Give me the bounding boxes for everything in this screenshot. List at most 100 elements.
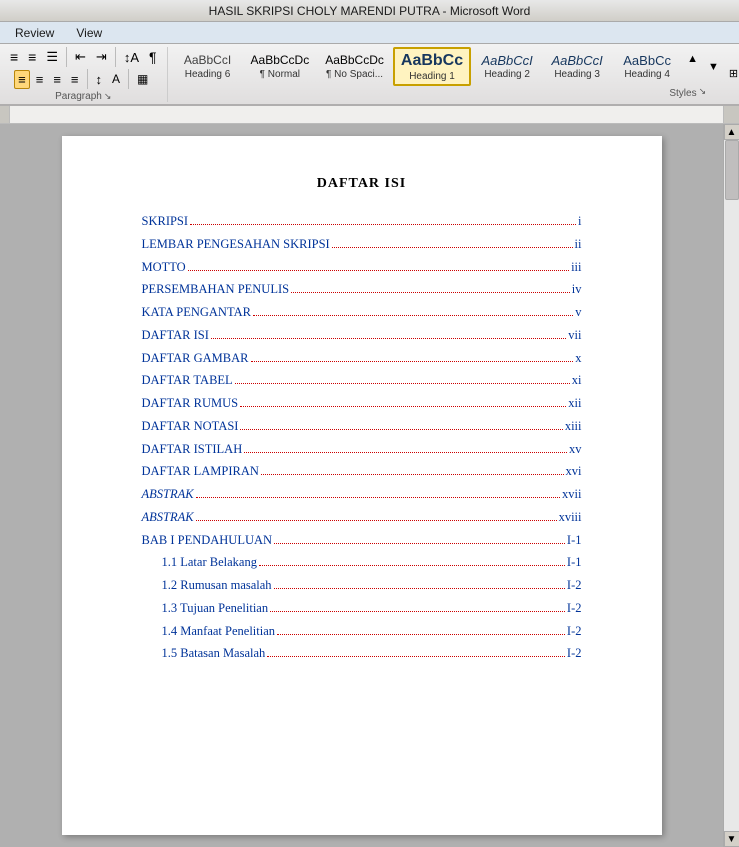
style-heading3[interactable]: AaBbCcI Heading 3 (543, 50, 611, 84)
paragraph-expand-icon[interactable]: ↘ (104, 91, 112, 102)
tab-view[interactable]: View (65, 23, 113, 43)
style-heading4-preview: AaBbCc (623, 53, 671, 69)
scroll-track (725, 140, 739, 831)
toc-dots (196, 497, 560, 498)
style-heading6-label: Heading 6 (185, 69, 231, 80)
toc-dots (240, 406, 566, 407)
styles-scroll-down[interactable]: ▼ (704, 59, 723, 75)
style-heading2-preview: AaBbCcI (481, 53, 532, 69)
style-heading1-label: Heading 1 (409, 71, 455, 82)
document-title: DAFTAR ISI (142, 176, 582, 192)
align-right-button[interactable]: ≡ (49, 70, 65, 89)
toc-page: I-2 (567, 622, 582, 641)
toc-dots (291, 292, 570, 293)
style-normal-preview: AaBbCcDc (251, 53, 310, 67)
style-nospacing-preview: AaBbCcDc (325, 53, 384, 67)
toc-page: iii (571, 258, 581, 277)
increase-indent-button[interactable]: ⇥ (92, 47, 111, 67)
shading-button[interactable]: A (108, 70, 124, 88)
bullets-button[interactable]: ≡ (6, 47, 22, 67)
borders-button[interactable]: ▦ (133, 70, 152, 88)
toc-page: xiii (565, 417, 582, 436)
toc-text: DAFTAR TABEL (142, 371, 233, 390)
scroll-down-button[interactable]: ▼ (724, 831, 739, 847)
toc-entry: DAFTAR LAMPIRANxvi (142, 462, 582, 481)
title-bar: HASIL SKRIPSI CHOLY MARENDI PUTRA - Micr… (0, 0, 739, 22)
toc-page: I-2 (567, 644, 582, 663)
sort-button[interactable]: ↕A (120, 48, 143, 67)
toc-page: v (575, 303, 581, 322)
toc-entry: MOTTO iii (142, 258, 582, 277)
ruler (0, 106, 739, 124)
toc-text: LEMBAR PENGESAHAN SKRIPSI (142, 235, 330, 254)
toc-page: I-2 (567, 599, 582, 618)
styles-panel: AaBbCcI Heading 6 AaBbCcDc ¶ Normal AaBb… (170, 47, 739, 86)
paragraph-group: ≡ ≡ ☰ ⇤ ⇥ ↕A ¶ ≡ ≡ ≡ ≡ ↕ A ▦ Paragraph ↘ (4, 47, 168, 102)
toc-dots (211, 338, 566, 339)
tab-review[interactable]: Review (4, 23, 65, 43)
style-heading4-label: Heading 4 (624, 69, 670, 80)
toc-page: I-1 (567, 531, 582, 550)
scrollbar[interactable]: ▲ ▼ (723, 124, 739, 847)
paragraph-row2: ≡ ≡ ≡ ≡ ↕ A ▦ (14, 69, 152, 89)
toc-entry: DAFTAR RUMUSxii (142, 394, 582, 413)
style-heading6[interactable]: AaBbCcI Heading 6 (174, 50, 242, 82)
toc-text: DAFTAR ISI (142, 326, 209, 345)
page: DAFTAR ISI SKRIPSIiLEMBAR PENGESAHAN SKR… (62, 136, 662, 835)
numbering-button[interactable]: ≡ (24, 47, 40, 67)
styles-scroll-up[interactable]: ▲ (683, 51, 702, 67)
doc-wrapper: DAFTAR ISI SKRIPSIiLEMBAR PENGESAHAN SKR… (0, 124, 739, 847)
style-nospacing[interactable]: AaBbCcDc ¶ No Spaci... (318, 50, 391, 82)
justify-button[interactable]: ≡ (67, 70, 83, 89)
styles-expand-icon[interactable]: ↘ (699, 86, 707, 99)
toc-dots (188, 270, 569, 271)
styles-expand[interactable]: ⊞ (725, 65, 739, 82)
toc-dots (270, 611, 565, 612)
toc-text: SKRIPSI (142, 212, 189, 231)
multilevel-button[interactable]: ☰ (42, 47, 62, 67)
toc-entry: ABSTRAKxviii (142, 508, 582, 527)
toc-page: iv (572, 280, 582, 299)
toc-entry: DAFTAR NOTASI xiii (142, 417, 582, 436)
scroll-up-button[interactable]: ▲ (724, 124, 739, 140)
style-heading4[interactable]: AaBbCc Heading 4 (613, 50, 681, 84)
style-heading1[interactable]: AaBbCc Heading 1 (393, 47, 471, 86)
toc-dots (259, 565, 565, 566)
toc-entry: PERSEMBAHAN PENULIS iv (142, 280, 582, 299)
pilcrow-button[interactable]: ¶ (145, 47, 161, 67)
toc-entry: 1.4 Manfaat Penelitian I-2 (142, 622, 582, 641)
style-heading2[interactable]: AaBbCcI Heading 2 (473, 50, 541, 84)
style-heading3-label: Heading 3 (554, 69, 600, 80)
scroll-thumb[interactable] (725, 140, 739, 200)
toc-text: DAFTAR ISTILAH (142, 440, 243, 459)
toc-page: xv (569, 440, 582, 459)
toc-dots (267, 656, 565, 657)
toc-page: ii (575, 235, 582, 254)
toc-page: I-2 (567, 576, 582, 595)
toc-page: I-1 (567, 553, 582, 572)
toc-text: 1.4 Manfaat Penelitian (162, 622, 276, 641)
toc-entry: DAFTAR TABELxi (142, 371, 582, 390)
linespacing-button[interactable]: ↕ (92, 70, 107, 89)
toc-dots (261, 474, 564, 475)
toc-dots (274, 588, 565, 589)
toc-entry: DAFTAR GAMBARx (142, 349, 582, 368)
decrease-indent-button[interactable]: ⇤ (71, 47, 90, 67)
toc-entry: KATA PENGANTARv (142, 303, 582, 322)
style-normal[interactable]: AaBbCcDc ¶ Normal (244, 50, 317, 82)
style-heading3-preview: AaBbCcI (551, 53, 602, 69)
toc-text: MOTTO (142, 258, 186, 277)
toc-text: DAFTAR NOTASI (142, 417, 239, 436)
toc-dots (277, 634, 565, 635)
toc-entry: DAFTAR ISIvii (142, 326, 582, 345)
paragraph-group-label: Paragraph ↘ (55, 91, 111, 102)
align-left-button[interactable]: ≡ (14, 70, 30, 89)
paragraph-row1: ≡ ≡ ☰ ⇤ ⇥ ↕A ¶ (6, 47, 161, 67)
title-text: HASIL SKRIPSI CHOLY MARENDI PUTRA - Micr… (209, 4, 531, 18)
toc-dots (240, 429, 562, 430)
toc-dots (235, 383, 570, 384)
toc-text: PERSEMBAHAN PENULIS (142, 280, 290, 299)
align-center-button[interactable]: ≡ (32, 70, 48, 89)
toc-dots (253, 315, 573, 316)
style-nospacing-label: ¶ No Spaci... (326, 69, 383, 80)
